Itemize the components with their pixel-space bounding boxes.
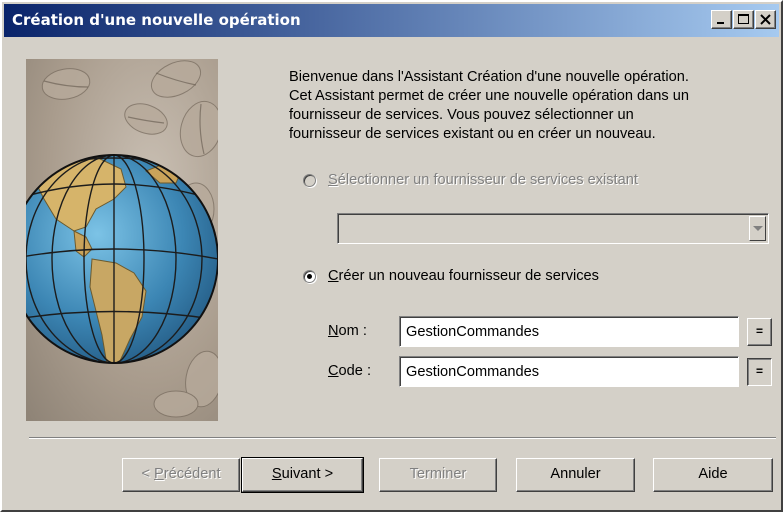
help-button[interactable]: Aide [653, 458, 773, 492]
name-label: Nom : [328, 323, 367, 339]
close-icon [760, 14, 771, 25]
maximize-button[interactable] [733, 10, 754, 29]
globe-illustration [26, 59, 218, 421]
previous-button[interactable]: < Précédent [122, 458, 240, 492]
next-button[interactable]: Suivant > [241, 457, 364, 493]
title-bar[interactable]: Création d'une nouvelle opération [4, 4, 779, 37]
minimize-icon [717, 22, 724, 24]
window-title: Création d'une nouvelle opération [12, 11, 301, 29]
wizard-window: Création d'une nouvelle opération Bienve… [0, 0, 783, 512]
existing-provider-select[interactable] [337, 213, 769, 244]
radio-create-label: Créer un nouveau fournisseur de services [328, 268, 599, 284]
code-sync-button[interactable]: = [747, 358, 772, 386]
radio-existing-label: Sélectionner un fournisseur de services … [328, 172, 638, 188]
radio-existing-indicator[interactable] [303, 173, 316, 187]
name-input[interactable] [399, 316, 739, 347]
minimize-button[interactable] [711, 10, 732, 29]
radio-create-provider[interactable]: Créer un nouveau fournisseur de services [303, 268, 599, 284]
code-label: Code : [328, 363, 372, 379]
cancel-button[interactable]: Annuler [516, 458, 635, 492]
name-sync-button[interactable]: = [747, 318, 772, 346]
code-input[interactable] [399, 356, 739, 387]
finish-button[interactable]: Terminer [379, 458, 497, 492]
radio-existing-provider[interactable]: Sélectionner un fournisseur de services … [303, 172, 638, 188]
radio-create-indicator[interactable] [303, 269, 316, 283]
intro-text: Bienvenue dans l'Assistant Création d'un… [289, 69, 689, 142]
close-button[interactable] [755, 10, 776, 29]
maximize-icon [738, 14, 749, 24]
chevron-down-icon [753, 226, 763, 231]
dropdown-button[interactable] [749, 216, 766, 241]
separator [29, 437, 776, 439]
